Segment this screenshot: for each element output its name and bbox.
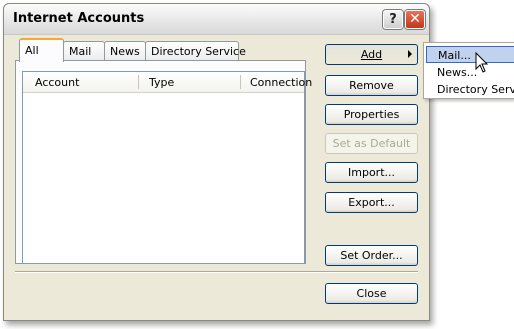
- export-button-label: Export...: [348, 196, 395, 209]
- mouse-pointer-icon: [475, 52, 489, 73]
- tab-news-label: News: [110, 45, 140, 58]
- set-order-button[interactable]: Set Order...: [325, 245, 418, 266]
- list-header: Account Type Connection: [23, 72, 312, 93]
- menu-item-mail[interactable]: Mail...: [426, 46, 514, 63]
- import-button-label: Import...: [348, 166, 395, 179]
- menu-item-directory-service[interactable]: Directory Service: [426, 81, 514, 98]
- tab-news[interactable]: News: [104, 41, 146, 61]
- menu-item-directory-service-label: Directory Service: [437, 83, 514, 96]
- title-bar[interactable]: Internet Accounts ? ✕: [4, 4, 429, 35]
- set-as-default-button[interactable]: Set as Default: [325, 133, 418, 154]
- column-divider[interactable]: [138, 75, 139, 89]
- remove-button[interactable]: Remove: [325, 75, 418, 96]
- accounts-list[interactable]: Account Type Connection: [22, 71, 312, 264]
- remove-button-label: Remove: [349, 79, 394, 92]
- help-button[interactable]: ?: [383, 10, 403, 29]
- tab-all-label: All: [25, 44, 39, 57]
- properties-button-label: Properties: [343, 108, 400, 121]
- tab-directory-service[interactable]: Directory Service: [145, 41, 246, 61]
- set-as-default-button-label: Set as Default: [332, 137, 411, 150]
- tab-directory-service-label: Directory Service: [151, 45, 246, 58]
- menu-item-mail-label: Mail...: [438, 49, 471, 62]
- window-title: Internet Accounts: [13, 11, 145, 26]
- tab-mail-label: Mail: [69, 45, 92, 58]
- close-button[interactable]: Close: [325, 283, 418, 304]
- properties-button[interactable]: Properties: [325, 104, 418, 125]
- close-window-button[interactable]: ✕: [405, 10, 425, 29]
- column-header-account[interactable]: Account: [35, 76, 79, 89]
- column-header-type[interactable]: Type: [149, 76, 174, 89]
- add-button[interactable]: Add: [325, 44, 418, 65]
- help-icon: ?: [389, 12, 397, 27]
- add-submenu: Mail... News... Directory Service: [423, 42, 514, 99]
- close-icon: ✕: [409, 11, 421, 27]
- tab-mail[interactable]: Mail: [63, 41, 105, 61]
- separator: [15, 271, 418, 273]
- menu-item-news-label: News...: [437, 66, 478, 79]
- import-button[interactable]: Import...: [325, 162, 418, 183]
- menu-item-news[interactable]: News...: [426, 64, 514, 81]
- set-order-button-label: Set Order...: [340, 249, 403, 262]
- export-button[interactable]: Export...: [325, 192, 418, 213]
- add-button-label: Add: [360, 48, 383, 61]
- submenu-arrow-icon: [408, 50, 412, 58]
- close-button-label: Close: [356, 287, 387, 300]
- tab-all[interactable]: All: [19, 38, 64, 62]
- column-header-connection[interactable]: Connection: [250, 76, 312, 89]
- column-divider[interactable]: [240, 75, 241, 89]
